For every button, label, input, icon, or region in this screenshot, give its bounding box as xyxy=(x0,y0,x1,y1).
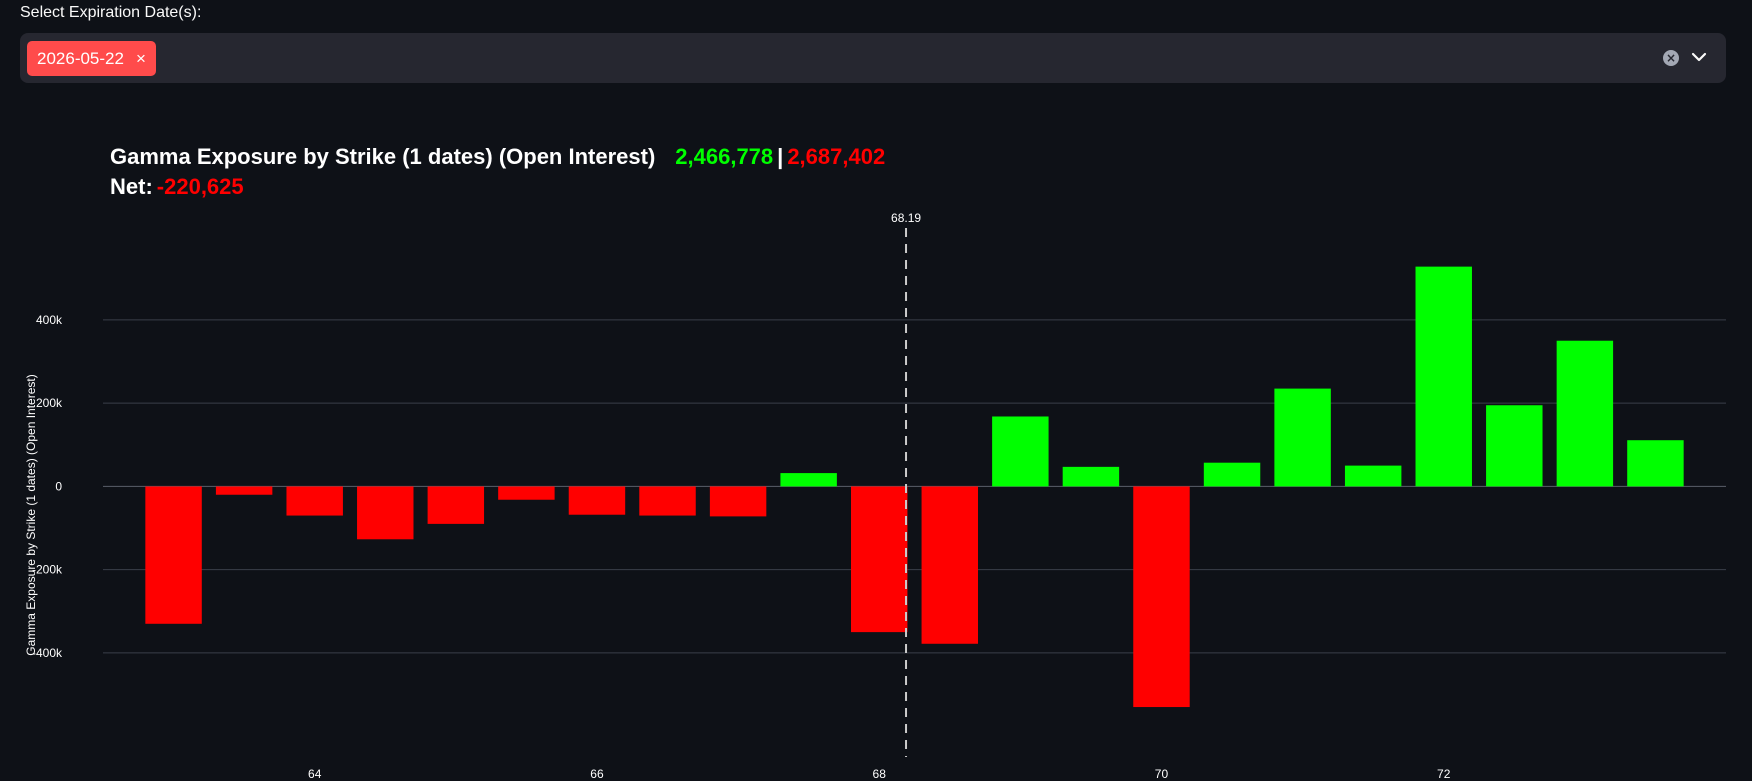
bar xyxy=(1203,462,1261,487)
bar xyxy=(921,486,979,644)
bar xyxy=(1062,466,1120,487)
y-tick-label: 200k xyxy=(36,396,63,410)
bar xyxy=(1133,486,1190,708)
x-tick-label: 70 xyxy=(1155,767,1169,781)
bar xyxy=(1627,440,1684,487)
bar xyxy=(1415,266,1472,487)
bar xyxy=(498,486,555,500)
axis-ticks: 400k200k0-200k-400k64 66 68 70 72 xyxy=(32,313,1451,781)
spot-price-marker: 68.19 xyxy=(891,211,921,757)
grid-lines xyxy=(103,319,1726,654)
bar xyxy=(1274,388,1331,487)
y-tick-label: 0 xyxy=(55,479,62,493)
x-tick-label: 66 xyxy=(590,767,604,781)
bar xyxy=(357,486,414,540)
bar xyxy=(780,473,837,487)
bar xyxy=(427,486,485,524)
bar xyxy=(215,486,273,495)
bar xyxy=(1556,340,1614,487)
bar xyxy=(709,486,767,517)
bar xyxy=(145,486,202,624)
bar xyxy=(1344,465,1402,487)
bar xyxy=(639,486,696,516)
bar xyxy=(850,486,908,633)
gamma-exposure-chart: 68.19 400k200k0-200k-400k64 66 68 70 72 Gamm… xyxy=(24,211,1726,781)
y-tick-label: 400k xyxy=(36,313,63,327)
x-tick-label: 72 xyxy=(1437,767,1451,781)
x-tick-label: 68 xyxy=(873,767,887,781)
bar xyxy=(568,486,626,515)
bar xyxy=(286,486,343,516)
x-tick-label: 64 xyxy=(308,767,322,781)
spot-price-label: 68.19 xyxy=(891,211,921,225)
bar xyxy=(992,416,1049,487)
y-axis-label: Gamma Exposure by Strike (1 dates) (Open… xyxy=(24,374,38,655)
bar xyxy=(1486,405,1543,487)
